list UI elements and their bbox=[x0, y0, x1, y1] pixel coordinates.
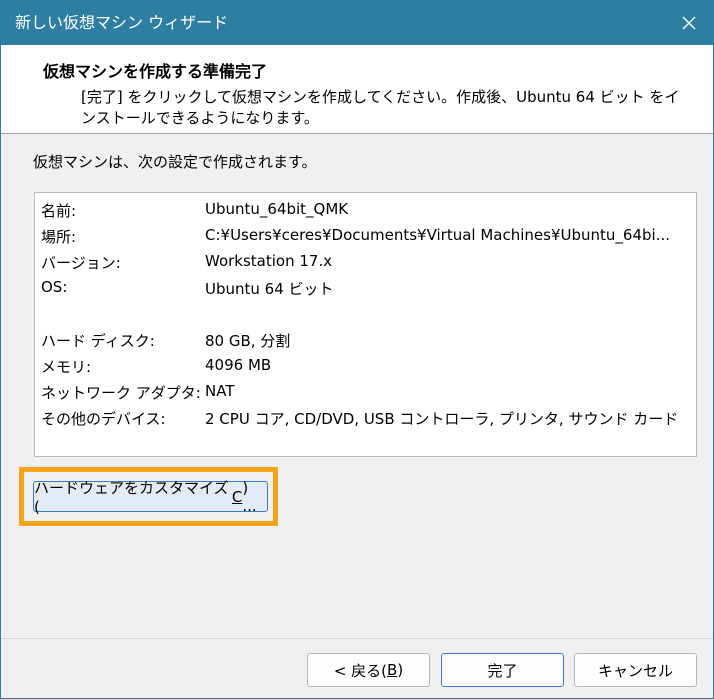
customize-label-suffix: ) ... bbox=[242, 478, 257, 515]
customize-label-prefix: ハードウェアをカスタマイズ( bbox=[34, 479, 229, 516]
customize-hardware-button[interactable]: ハードウェアをカスタマイズ(C) ... bbox=[33, 478, 268, 516]
title-bar: 新しい仮想マシン ウィザード bbox=[1, 1, 713, 45]
summary-row-other-devices: その他のデバイス: 2 CPU コア, CD/DVD, USB コントローラ, … bbox=[35, 405, 696, 429]
summary-key: その他のデバイス: bbox=[41, 410, 166, 428]
wizard-window: 新しい仮想マシン ウィザード 仮想マシンを作成する準備完了 [完了] をクリック… bbox=[0, 0, 714, 699]
summary-value: Ubuntu 64 ビット bbox=[205, 280, 334, 298]
wizard-header: 仮想マシンを作成する準備完了 [完了] をクリックして仮想マシンを作成してくださ… bbox=[1, 45, 713, 134]
settings-summary-box: 名前: Ubuntu_64bit_QMK 場所: C:¥Users¥ceres¥… bbox=[34, 192, 697, 457]
summary-row-hard-disk: ハード ディスク: 80 GB, 分割 bbox=[35, 327, 696, 351]
finish-button[interactable]: 完了 bbox=[441, 653, 564, 687]
summary-key: メモリ: bbox=[41, 358, 92, 376]
finish-label: 完了 bbox=[487, 661, 518, 680]
footer-divider bbox=[1, 638, 713, 639]
summary-row-name: 名前: Ubuntu_64bit_QMK bbox=[35, 197, 696, 221]
close-icon bbox=[682, 16, 696, 30]
summary-key: ネットワーク アダプタ: bbox=[41, 384, 201, 402]
summary-key: OS: bbox=[41, 278, 68, 296]
summary-value: 2 CPU コア, CD/DVD, USB コントローラ, プリンタ, サウンド… bbox=[205, 410, 679, 428]
summary-key: ハード ディスク: bbox=[41, 332, 155, 350]
summary-row-location: 場所: C:¥Users¥ceres¥Documents¥Virtual Mac… bbox=[35, 223, 696, 247]
customize-accelerator-key: C bbox=[231, 487, 243, 506]
summary-row-network: ネットワーク アダプタ: NAT bbox=[35, 379, 696, 403]
summary-value: 80 GB, 分割 bbox=[205, 332, 291, 350]
back-label-prefix: < 戻る( bbox=[333, 661, 388, 680]
intro-text: 仮想マシンは、次の設定で作成されます。 bbox=[33, 153, 317, 171]
customize-highlight-frame: ハードウェアをカスタマイズ(C) ... bbox=[19, 467, 278, 526]
back-accelerator-key: B bbox=[387, 661, 398, 679]
page-title: 仮想マシンを作成する準備完了 bbox=[43, 62, 268, 81]
summary-key: バージョン: bbox=[41, 254, 121, 272]
summary-value: C:¥Users¥ceres¥Documents¥Virtual Machine… bbox=[205, 226, 670, 244]
summary-row-version: バージョン: Workstation 17.x bbox=[35, 249, 696, 273]
summary-row-memory: メモリ: 4096 MB bbox=[35, 353, 696, 377]
back-button[interactable]: < 戻る(B) bbox=[307, 653, 430, 687]
summary-value: NAT bbox=[205, 382, 235, 400]
summary-key: 場所: bbox=[41, 228, 77, 246]
page-description: [完了] をクリックして仮想マシンを作成してください。作成後、Ubuntu 64… bbox=[81, 88, 680, 127]
summary-value: 4096 MB bbox=[205, 356, 272, 374]
back-label-suffix: ) bbox=[397, 661, 404, 679]
summary-value: Ubuntu_64bit_QMK bbox=[205, 200, 349, 218]
window-title: 新しい仮想マシン ウィザード bbox=[15, 13, 229, 32]
summary-row-os: OS: Ubuntu 64 ビット bbox=[35, 275, 696, 299]
cancel-button[interactable]: キャンセル bbox=[574, 653, 697, 687]
cancel-label: キャンセル bbox=[597, 661, 673, 680]
summary-key: 名前: bbox=[41, 202, 77, 220]
close-button[interactable] bbox=[671, 5, 707, 41]
summary-value: Workstation 17.x bbox=[205, 252, 333, 270]
